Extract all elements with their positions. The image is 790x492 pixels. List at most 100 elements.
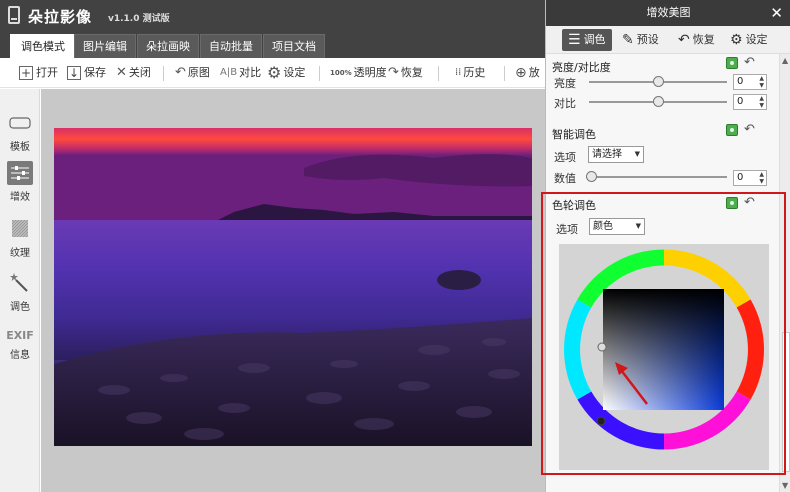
contrast-slider-thumb[interactable] [653, 96, 664, 107]
sliders-icon: ☰ [568, 32, 581, 48]
smart-value-slider-track[interactable] [589, 176, 727, 178]
contrast-label: 对比 [554, 97, 576, 110]
texture-icon [7, 217, 33, 241]
sidebar-item-color[interactable]: 调色 [0, 271, 40, 313]
compare-button[interactable]: A|B 对比 [220, 65, 261, 81]
brightness-label: 亮度 [554, 77, 576, 90]
scroll-up-icon[interactable]: ▲ [782, 56, 788, 65]
brightness-slider-thumb[interactable] [653, 76, 664, 87]
left-sidebar: 模板 增效 纹理 调色 EXIF 信息 [0, 89, 40, 492]
panel-tab-preset[interactable]: ✎ 预设 [622, 29, 659, 51]
template-icon [7, 111, 33, 135]
tab-project-docs[interactable]: 项目文档 [263, 34, 325, 58]
settings-button[interactable]: ⚙ 设定 [267, 65, 305, 81]
settings-label: 设定 [283, 66, 306, 79]
sidebar-label: 调色 [10, 302, 30, 313]
sidebar-label: 纹理 [10, 248, 30, 259]
panel-tab-settings[interactable]: ⚙ 设定 [730, 29, 768, 51]
sidebar-label: 增效 [10, 192, 30, 203]
restore-label: 恢复 [400, 66, 423, 79]
original-button[interactable]: ↶ 原图 [175, 65, 210, 81]
open-label: 打开 [36, 66, 58, 79]
smart-value-slider-thumb[interactable] [586, 171, 597, 182]
brightness-value: 0 [737, 76, 744, 87]
brightness-input[interactable]: 0 ▲ ▼ [733, 74, 767, 90]
saturation-square[interactable] [603, 289, 724, 410]
close-button[interactable]: ✕ 关闭 [116, 65, 151, 81]
sidebar-item-template[interactable]: 模板 [0, 111, 40, 153]
panel-tab-restore[interactable]: ↶ 恢复 [678, 29, 715, 51]
spinner-arrows-icon[interactable]: ▲ ▼ [759, 171, 764, 185]
tab-dora-canvas[interactable]: 朵拉画映 [137, 34, 199, 58]
panel-scrollbar[interactable]: ▲ ▼ [779, 54, 790, 492]
panel-close-button[interactable]: ✕ [770, 4, 783, 22]
color-wheel-area [559, 244, 769, 470]
spinner-arrows-icon[interactable]: ▲ ▼ [759, 75, 764, 89]
save-button[interactable]: ↓ 保存 [67, 65, 106, 81]
panel-title: 增效美图 [646, 6, 691, 19]
hue-ring-handle[interactable] [597, 342, 607, 352]
scroll-down-icon[interactable]: ▼ [782, 481, 788, 490]
panel-tab-label: 预设 [636, 33, 659, 46]
tab-color-mode[interactable]: 调色模式 [10, 34, 76, 58]
sidebar-item-info[interactable]: EXIF 信息 [0, 329, 40, 361]
color-wheel-option-value: 颜色 [593, 221, 613, 232]
close-label: 关闭 [128, 66, 151, 79]
smart-option-select[interactable]: 请选择 ▼ [588, 146, 644, 163]
brightness-contrast-toggle[interactable] [726, 57, 738, 69]
app-window: 朵拉影像 v1.1.0 测试版 调色模式 图片编辑 朵拉画映 自动批量 项目文档… [0, 0, 790, 492]
smart-value-label: 数值 [554, 172, 576, 185]
sidebar-item-enhance[interactable]: 增效 [0, 161, 40, 203]
zoom-in-icon: ⊕ [515, 65, 527, 81]
opacity-button[interactable]: 100% 透明度 [330, 65, 387, 81]
tab-auto-batch[interactable]: 自动批量 [200, 34, 262, 58]
zoom-button[interactable]: ⊕ 放 [515, 65, 540, 81]
history-icon: ⁞⁞ [455, 67, 462, 78]
plus-icon: + [19, 66, 33, 80]
history-button[interactable]: ⁞⁞ 历史 [455, 65, 485, 81]
smart-value: 0 [737, 172, 744, 183]
smart-value-input[interactable]: 0 ▲ ▼ [733, 170, 767, 186]
panel-tab-adjust[interactable]: ☰ 调色 [562, 29, 612, 51]
toolbar-divider [504, 66, 505, 81]
sidebar-label: 信息 [10, 350, 30, 361]
panel-tab-label: 设定 [745, 33, 768, 46]
panel-title-bar: 增效美图 ✕ [546, 0, 790, 26]
sidebar-label: 模板 [10, 142, 30, 153]
smart-color-toggle[interactable] [726, 124, 738, 136]
color-wheel-toggle[interactable] [726, 197, 738, 209]
original-label: 原图 [187, 66, 210, 79]
undo-icon: ↶ [678, 32, 690, 48]
hue-ring-segment-cyan[interactable] [564, 299, 592, 400]
sidebar-item-texture[interactable]: 纹理 [0, 217, 40, 259]
app-title: 朵拉影像 [28, 8, 93, 26]
download-icon: ↓ [67, 66, 81, 80]
restore-button[interactable]: ↷ 恢复 [388, 65, 423, 81]
contrast-value: 0 [737, 96, 744, 107]
section-title-smart-color: 智能调色 [552, 128, 596, 141]
color-wheel-option-select[interactable]: 颜色 ▼ [589, 218, 645, 235]
hue-ring-segment-red[interactable] [736, 299, 764, 400]
enhance-panel: 增效美图 ✕ ☰ 调色 ✎ 预设 ↶ 恢复 ⚙ 设定 亮度/对比度 ↶ 亮度 0… [545, 0, 790, 492]
open-button[interactable]: + 打开 [19, 65, 58, 81]
spinner-arrows-icon[interactable]: ▲ ▼ [759, 95, 764, 109]
saturation-handle[interactable] [596, 416, 606, 426]
close-icon: ✕ [116, 65, 127, 80]
toolbar-divider [438, 66, 439, 81]
compare-icon: A|B [220, 67, 238, 78]
scrollbar-thumb[interactable] [782, 332, 790, 472]
save-label: 保存 [84, 66, 106, 79]
reset-icon[interactable]: ↶ [744, 55, 755, 70]
panel-tab-label: 恢复 [692, 33, 715, 46]
mode-tabs: 调色模式 图片编辑 朵拉画映 自动批量 项目文档 [0, 32, 545, 58]
tab-image-edit[interactable]: 图片编辑 [74, 34, 136, 58]
chevron-down-icon: ▼ [634, 150, 640, 158]
image-canvas[interactable] [41, 89, 545, 492]
title-bar: 朵拉影像 v1.1.0 测试版 [0, 0, 545, 32]
toolbar-divider [319, 66, 320, 81]
contrast-input[interactable]: 0 ▲ ▼ [733, 94, 767, 110]
reset-icon[interactable]: ↶ [744, 122, 755, 137]
opacity-label: 透明度 [353, 66, 387, 79]
history-label: 历史 [463, 66, 486, 79]
reset-icon[interactable]: ↶ [744, 195, 755, 210]
